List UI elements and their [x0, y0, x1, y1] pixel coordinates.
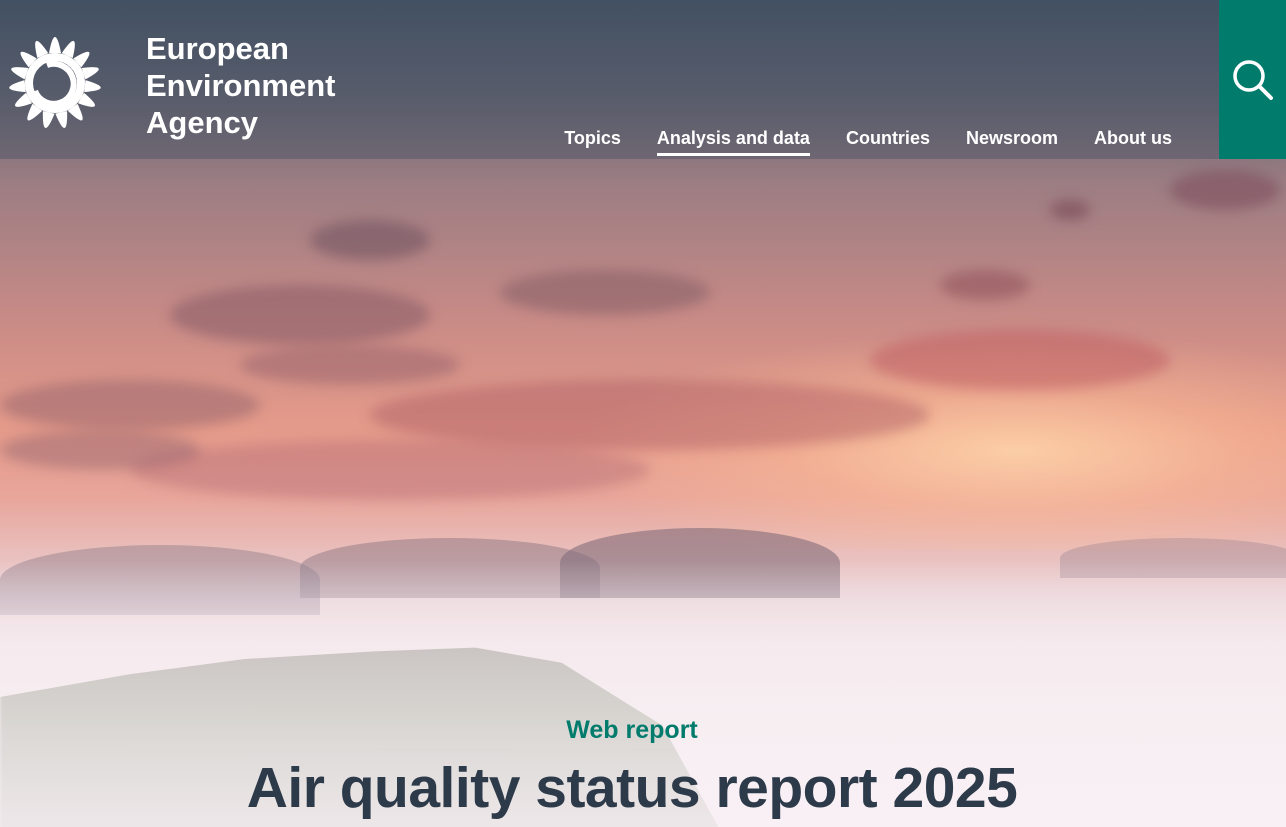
- cloud: [1170, 170, 1280, 210]
- site-header: European Environment Agency Topics Analy…: [0, 0, 1219, 159]
- cloud: [940, 270, 1030, 300]
- sun-logo-icon: [8, 37, 102, 130]
- cloud: [240, 345, 460, 385]
- search-button[interactable]: [1219, 0, 1286, 159]
- brand-line: European: [146, 31, 289, 66]
- main-navigation: Topics Analysis and data Countries Newsr…: [564, 128, 1219, 156]
- page-title: Air quality status report 2025: [246, 756, 1018, 820]
- nav-item-about-us[interactable]: About us: [1094, 128, 1172, 156]
- report-type-label: Web report: [566, 716, 698, 744]
- brand-line: Environment: [146, 68, 336, 103]
- cloud: [870, 330, 1170, 390]
- cloud: [0, 430, 200, 470]
- cloud: [500, 270, 710, 315]
- nav-item-analysis-and-data[interactable]: Analysis and data: [656, 128, 810, 156]
- nav-item-countries[interactable]: Countries: [846, 128, 930, 156]
- cloud: [170, 285, 430, 345]
- cloud: [310, 220, 430, 260]
- eea-logo[interactable]: [0, 18, 120, 148]
- cloud: [0, 380, 260, 430]
- nav-item-topics[interactable]: Topics: [564, 128, 621, 156]
- brand-line: Agency: [146, 105, 258, 140]
- report-title-block: Web report Air quality status report 202…: [0, 716, 1264, 821]
- search-icon: [1232, 59, 1273, 100]
- cloud: [1050, 200, 1090, 220]
- cloud: [370, 380, 930, 450]
- nav-item-newsroom[interactable]: Newsroom: [966, 128, 1058, 156]
- site-brand-name[interactable]: European Environment Agency: [146, 30, 335, 141]
- cloud: [130, 440, 650, 500]
